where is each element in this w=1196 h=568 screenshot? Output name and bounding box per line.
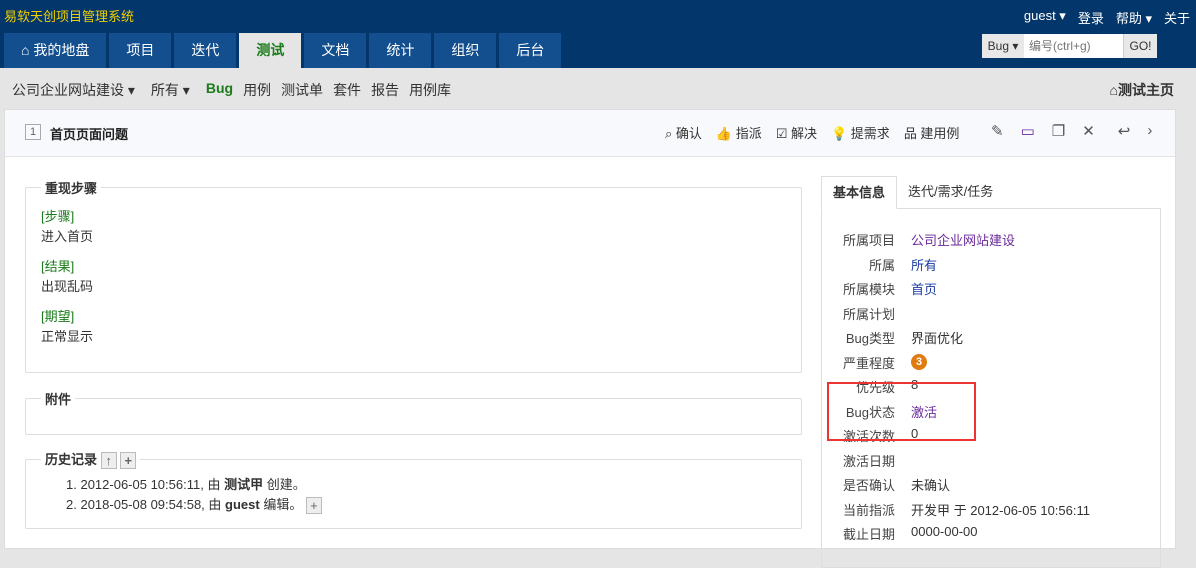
copy-icon[interactable]: ❐ [1052,122,1065,140]
info-label: 严重程度 [842,355,895,371]
to-story-button[interactable]: 💡 提需求 [831,123,890,142]
bug-title: 首页页面问题 [50,127,129,142]
confirm-button[interactable]: ⌕ 确认 [665,123,702,142]
bug-panel: 1 首页页面问题 ⌕ 确认 👍 指派 ☑ 解决 💡 提需求 品 建用例 ✎ ▭ … [4,109,1176,568]
tab-doc[interactable]: 文档 [304,33,367,68]
highlight-box [827,382,976,441]
tab-iteration[interactable]: 迭代 [174,33,237,68]
attachments-legend: 附件 [45,392,72,407]
info-label: 是否确认 [842,478,895,493]
branch-select[interactable]: 所有 ▾ [151,80,190,100]
severity-badge: 3 [911,353,927,370]
edit-icon[interactable]: ✎ [991,122,1004,140]
info-value: 开发甲 于 2012-06-05 10:56:11 [911,502,1090,518]
resolve-button[interactable]: ☑ 解决 [776,123,817,142]
info-label: 激活日期 [842,453,895,469]
step-label: [步骤] [41,209,75,224]
info-label: 截止日期 [842,527,895,542]
history-legend: 历史记录 [45,452,98,467]
brand: 易软天创项目管理系统 [4,9,135,24]
next-icon[interactable]: › [1147,122,1152,140]
info-row: 当前指派 开发甲 于 2012-06-05 10:56:11 [822,500,1090,519]
subnav-report[interactable]: 报告 [371,80,399,100]
history-item: 1. 2012-06-05 10:56:11, 由 测试甲 创建。 [66,477,306,493]
info-row: 所属 所有 [822,255,937,274]
info-value: 0000-00-00 [911,524,978,539]
expect-label: [期望] [41,309,75,324]
info-label: 所属模块 [842,282,895,297]
tab-admin[interactable]: 后台 [499,33,562,68]
tab-project[interactable]: 项目 [109,33,172,68]
expand-all-button[interactable]: + [120,452,137,470]
subnav-testtask[interactable]: 测试单 [281,80,323,100]
comment-icon[interactable]: ▭ [1021,122,1035,140]
sort-up-button[interactable]: ↑ [100,452,117,470]
user-menu[interactable]: guest ▾ [1024,8,1066,27]
help-menu[interactable]: 帮助 ▾ [1116,8,1152,27]
assign-button[interactable]: 👍 指派 [716,123,762,142]
history-item: 2. 2018-05-08 09:54:58, 由 guest 编辑。 + [66,495,786,515]
info-label: 所属计划 [842,306,895,322]
subnav-suite[interactable]: 套件 [333,80,361,100]
tab-test[interactable]: 测试 [239,33,302,68]
search-input[interactable] [1024,34,1123,58]
tab-org[interactable]: 组织 [434,33,497,68]
info-label: Bug类型 [845,331,895,346]
bug-id: 1 [25,124,41,140]
expand-history-button[interactable]: + [305,497,322,515]
steps-section: 重现步骤 [步骤] 进入首页 [结果] 出现乱码 [期望] 正常显示 [25,178,802,373]
info-row: Bug类型 界面优化 [822,328,963,347]
info-row: 严重程度 3 [822,353,927,372]
subnav-caselib[interactable]: 用例库 [409,80,451,100]
result-text: 出现乱码 [41,279,94,294]
info-row: 所属模块 首页 [822,279,937,298]
expect-text: 正常显示 [41,329,94,344]
login-link[interactable]: 登录 [1078,8,1104,27]
info-row: 是否确认 未确认 [822,475,950,494]
go-button[interactable]: GO! [1123,34,1157,58]
project-select[interactable]: 公司企业网站建设 ▾ [12,80,135,100]
header: 易软天创项目管理系统 guest ▾ 登录 帮助 ▾ 关于 ⌂ 我的地盘 项目 … [0,0,1196,68]
info-row: 激活日期 [822,451,911,470]
tab-basic-info[interactable]: 基本信息 [821,176,898,209]
info-label: 所属 [868,257,895,273]
steps-legend: 重现步骤 [45,181,98,196]
tab-my[interactable]: ⌂ 我的地盘 [4,33,107,68]
test-home-link[interactable]: ⌂测试主页 [1110,80,1174,100]
info-value: 界面优化 [911,331,964,346]
info-row: 所属项目 公司企业网站建设 [822,230,1015,249]
attachments-section: 附件 [25,389,802,435]
info-value: 未确认 [911,478,951,493]
info-value[interactable]: 首页 [911,282,937,297]
info-row: 所属计划 [822,304,911,323]
result-label: [结果] [41,259,75,274]
tab-links[interactable]: 迭代/需求/任务 [897,176,1004,209]
delete-icon[interactable]: ✕ [1082,122,1095,140]
info-row: 截止日期 0000-00-00 [822,524,978,543]
subnav-case[interactable]: 用例 [243,80,271,100]
subnav-bug[interactable]: Bug [206,80,233,100]
history-section: 历史记录 ↑ + 1. 2012-06-05 10:56:11, 由 测试甲 创… [25,449,802,529]
tab-stats[interactable]: 统计 [369,33,432,68]
step-text: 进入首页 [41,229,94,244]
info-label: 所属项目 [842,233,895,248]
about-link[interactable]: 关于 [1164,8,1190,27]
create-case-button[interactable]: 品 建用例 [904,123,960,142]
info-label: 当前指派 [842,502,895,518]
back-icon[interactable]: ↩ [1118,122,1131,140]
info-value[interactable]: 公司企业网站建设 [911,233,1015,248]
search-type-select[interactable]: Bug ▾ [982,34,1024,58]
info-value[interactable]: 所有 [911,258,937,273]
